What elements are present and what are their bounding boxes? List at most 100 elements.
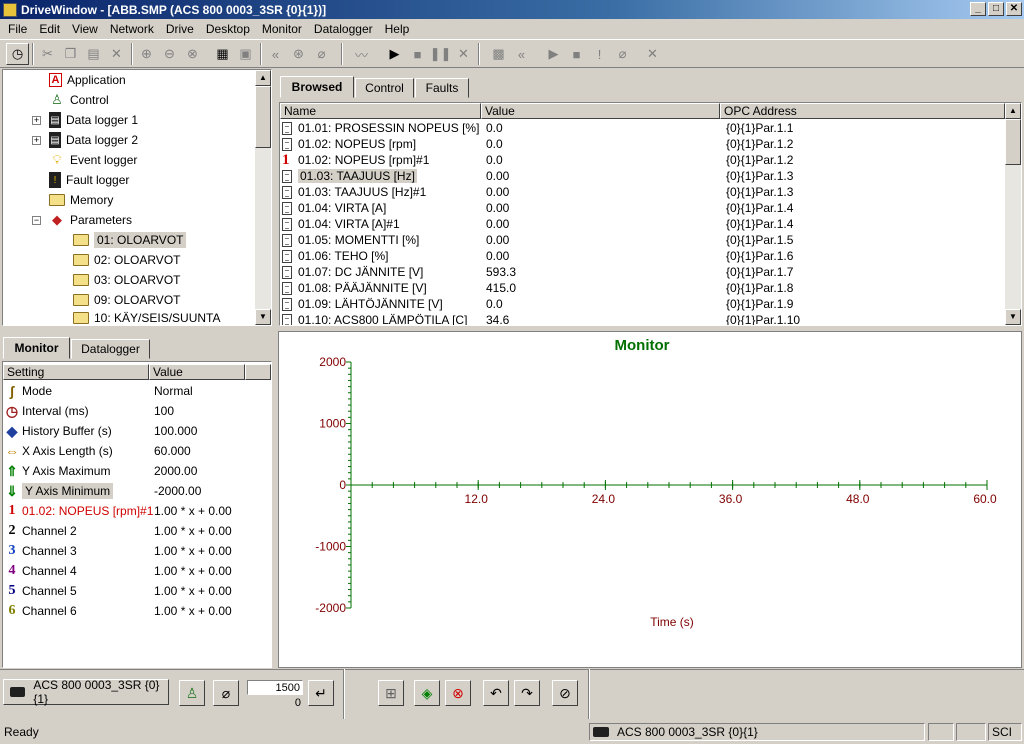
tree-item-group-10[interactable]: 10: KÄY/SEIS/SUUNTA	[73, 310, 221, 325]
setting-row[interactable]: 4 Channel 4 1.00 * x + 0.00	[5, 561, 271, 581]
menu-drive[interactable]: Drive	[160, 22, 200, 36]
play-icon[interactable]: ▶	[383, 43, 406, 65]
zoom-in-icon[interactable]: ⊕	[135, 43, 158, 65]
menu-edit[interactable]: Edit	[33, 22, 66, 36]
parameter-row[interactable]: 01.10: ACS800 LÄMPÖTILA [C]	[282, 312, 467, 325]
drive-selector-button[interactable]: ACS 800 0003_3SR {0}{1}	[3, 678, 169, 706]
tab-faults[interactable]: Faults	[415, 78, 469, 98]
column-opc-address[interactable]: OPC Address	[720, 103, 1005, 119]
maximize-button[interactable]: □	[988, 2, 1004, 16]
parameter-row[interactable]: 01.06: TEHO [%]	[282, 248, 389, 264]
tab-datalogger[interactable]: Datalogger	[71, 339, 150, 359]
menu-view[interactable]: View	[66, 22, 104, 36]
tree-item-memory[interactable]: Memory	[49, 190, 113, 210]
parameter-row[interactable]: 01.04: VIRTA [A]#1	[282, 216, 400, 232]
minimize-button[interactable]: _	[970, 2, 986, 16]
parameter-row[interactable]: 01.03: TAAJUUS [Hz]#1	[282, 184, 426, 200]
setting-row[interactable]: ◷ Interval (ms) 100	[5, 401, 271, 421]
new-document-icon[interactable]: ▦	[211, 43, 234, 65]
paste-icon[interactable]: ▤	[82, 43, 105, 65]
tree-item-group-02[interactable]: 02: OLOARVOT	[73, 250, 180, 270]
logger-cancel-icon[interactable]: ✕	[641, 43, 664, 65]
reference-input[interactable]	[247, 680, 303, 695]
monitor-chart[interactable]: Monitor 2000 1000 0 -1000 -2000 12.0 24.0 36.0 48…	[278, 331, 1022, 668]
delete-icon[interactable]: ✕	[105, 43, 128, 65]
tree-item-control[interactable]: ♙ Control	[49, 90, 109, 110]
cancel-icon[interactable]: ✕	[452, 43, 475, 65]
setting-row[interactable]: ⇑ Y Axis Maximum 2000.00	[5, 461, 271, 481]
parameter-row[interactable]: 01.04: VIRTA [A]	[282, 200, 386, 216]
setting-row[interactable]: ◆ History Buffer (s) 100.000	[5, 421, 271, 441]
column-value[interactable]: Value	[481, 103, 720, 119]
tree-scroll-thumb[interactable]	[255, 86, 271, 148]
menu-monitor[interactable]: Monitor	[256, 22, 308, 36]
tree-item-group-03[interactable]: 03: OLOARVOT	[73, 270, 180, 290]
setting-row[interactable]: ⇔ X Axis Length (s) 60.000	[5, 441, 271, 461]
pause-icon[interactable]: ❚❚	[429, 43, 452, 65]
stop-button[interactable]: ⊗	[445, 680, 471, 706]
menu-file[interactable]: File	[2, 22, 33, 36]
copy-icon[interactable]: ❐	[59, 43, 82, 65]
properties-icon[interactable]: ▣	[234, 43, 257, 65]
tree-item-group-01[interactable]: 01: OLOARVOT	[73, 230, 187, 250]
cut-icon[interactable]: ✂	[36, 43, 59, 65]
setting-row[interactable]: 6 Channel 6 1.00 * x + 0.00	[5, 601, 271, 621]
tree-item-data-logger-2[interactable]: ▤ Data logger 2	[49, 130, 138, 150]
parameter-row[interactable]: 1 01.02: NOPEUS [rpm]#1	[282, 152, 429, 168]
setting-row[interactable]: 1 01.02: NOPEUS [rpm]#1 1.00 * x + 0.00	[5, 501, 271, 521]
tree-item-parameters[interactable]: ◆ Parameters	[49, 210, 132, 230]
tree-scrollbar[interactable]: ▲ ▼	[255, 70, 271, 325]
close-button[interactable]: ✕	[1006, 2, 1022, 16]
direction-forward-button[interactable]: ↷	[514, 680, 540, 706]
parameter-row[interactable]: 01.08: PÄÄJÄNNITE [V]	[282, 280, 427, 296]
menu-help[interactable]: Help	[379, 22, 416, 36]
logger-play-icon[interactable]: ▶	[542, 43, 565, 65]
tree-item-data-logger-1[interactable]: ▤ Data logger 1	[49, 110, 138, 130]
setting-row[interactable]: 2 Channel 2 1.00 * x + 0.00	[5, 521, 271, 541]
start-button[interactable]: ◈	[414, 680, 440, 706]
direction-reverse-button[interactable]: ↶	[483, 680, 509, 706]
parameter-row[interactable]: 01.05: MOMENTTI [%]	[282, 232, 419, 248]
expand-data-logger-2[interactable]: +	[32, 136, 41, 145]
parameter-row[interactable]: 01.09: LÄHTÖJÄNNITE [V]	[282, 296, 443, 312]
tab-browsed[interactable]: Browsed	[280, 76, 354, 98]
menu-datalogger[interactable]: Datalogger	[308, 22, 379, 36]
expand-data-logger-1[interactable]: +	[32, 116, 41, 125]
parameter-row[interactable]: 01.02: NOPEUS [rpm]	[282, 136, 416, 152]
drive-connect-icon[interactable]: ◷	[6, 43, 29, 65]
tree-item-event-logger[interactable]: 💡︎ Event logger	[49, 150, 137, 170]
control-joystick-button[interactable]: ♙	[179, 680, 205, 706]
logger-stop-icon[interactable]: ■	[565, 43, 588, 65]
reset-fault-button[interactable]: ⌀	[213, 680, 239, 706]
tree-scroll-up[interactable]: ▲	[255, 70, 271, 86]
enter-reference-button[interactable]: ↵	[308, 680, 334, 706]
setting-row[interactable]: ʃ Mode Normal	[5, 381, 271, 401]
column-name[interactable]: Name	[280, 103, 481, 119]
add-button[interactable]: ⊞	[378, 680, 404, 706]
parameter-row[interactable]: 01.01: PROSESSIN NOPEUS [%]	[282, 120, 479, 136]
tree-scroll-down[interactable]: ▼	[255, 309, 271, 325]
reset-icon[interactable]: ⊛	[287, 43, 310, 65]
zoom-fit-icon[interactable]: ⊗	[181, 43, 204, 65]
column-setting-value[interactable]: Value	[149, 364, 245, 380]
tree-item-group-09[interactable]: 09: OLOARVOT	[73, 290, 180, 310]
logger-icon[interactable]: ▩	[487, 43, 510, 65]
rewind-icon[interactable]: «	[264, 43, 287, 65]
param-scroll-up[interactable]: ▲	[1005, 103, 1021, 119]
menu-network[interactable]: Network	[104, 22, 160, 36]
column-setting[interactable]: Setting	[3, 364, 149, 380]
tab-control[interactable]: Control	[355, 78, 414, 98]
setting-row[interactable]: ⇓ Y Axis Minimum -2000.00	[5, 481, 271, 501]
tree-item-fault-logger[interactable]: ! Fault logger	[49, 170, 129, 190]
parameter-scrollbar[interactable]: ▲ ▼	[1005, 103, 1021, 325]
erase-icon[interactable]: ⌀	[310, 43, 333, 65]
setting-row[interactable]: 3 Channel 3 1.00 * x + 0.00	[5, 541, 271, 561]
zoom-out-icon[interactable]: ⊖	[158, 43, 181, 65]
logger-erase-icon[interactable]: ⌀	[611, 43, 634, 65]
coast-stop-button[interactable]: ⊘	[552, 680, 578, 706]
setting-row[interactable]: 5 Channel 5 1.00 * x + 0.00	[5, 581, 271, 601]
collapse-parameters[interactable]: −	[32, 216, 41, 225]
tab-monitor[interactable]: Monitor	[3, 337, 70, 359]
graph-icon[interactable]: 〰	[350, 43, 373, 65]
tree-item-application[interactable]: A Application	[49, 70, 126, 90]
